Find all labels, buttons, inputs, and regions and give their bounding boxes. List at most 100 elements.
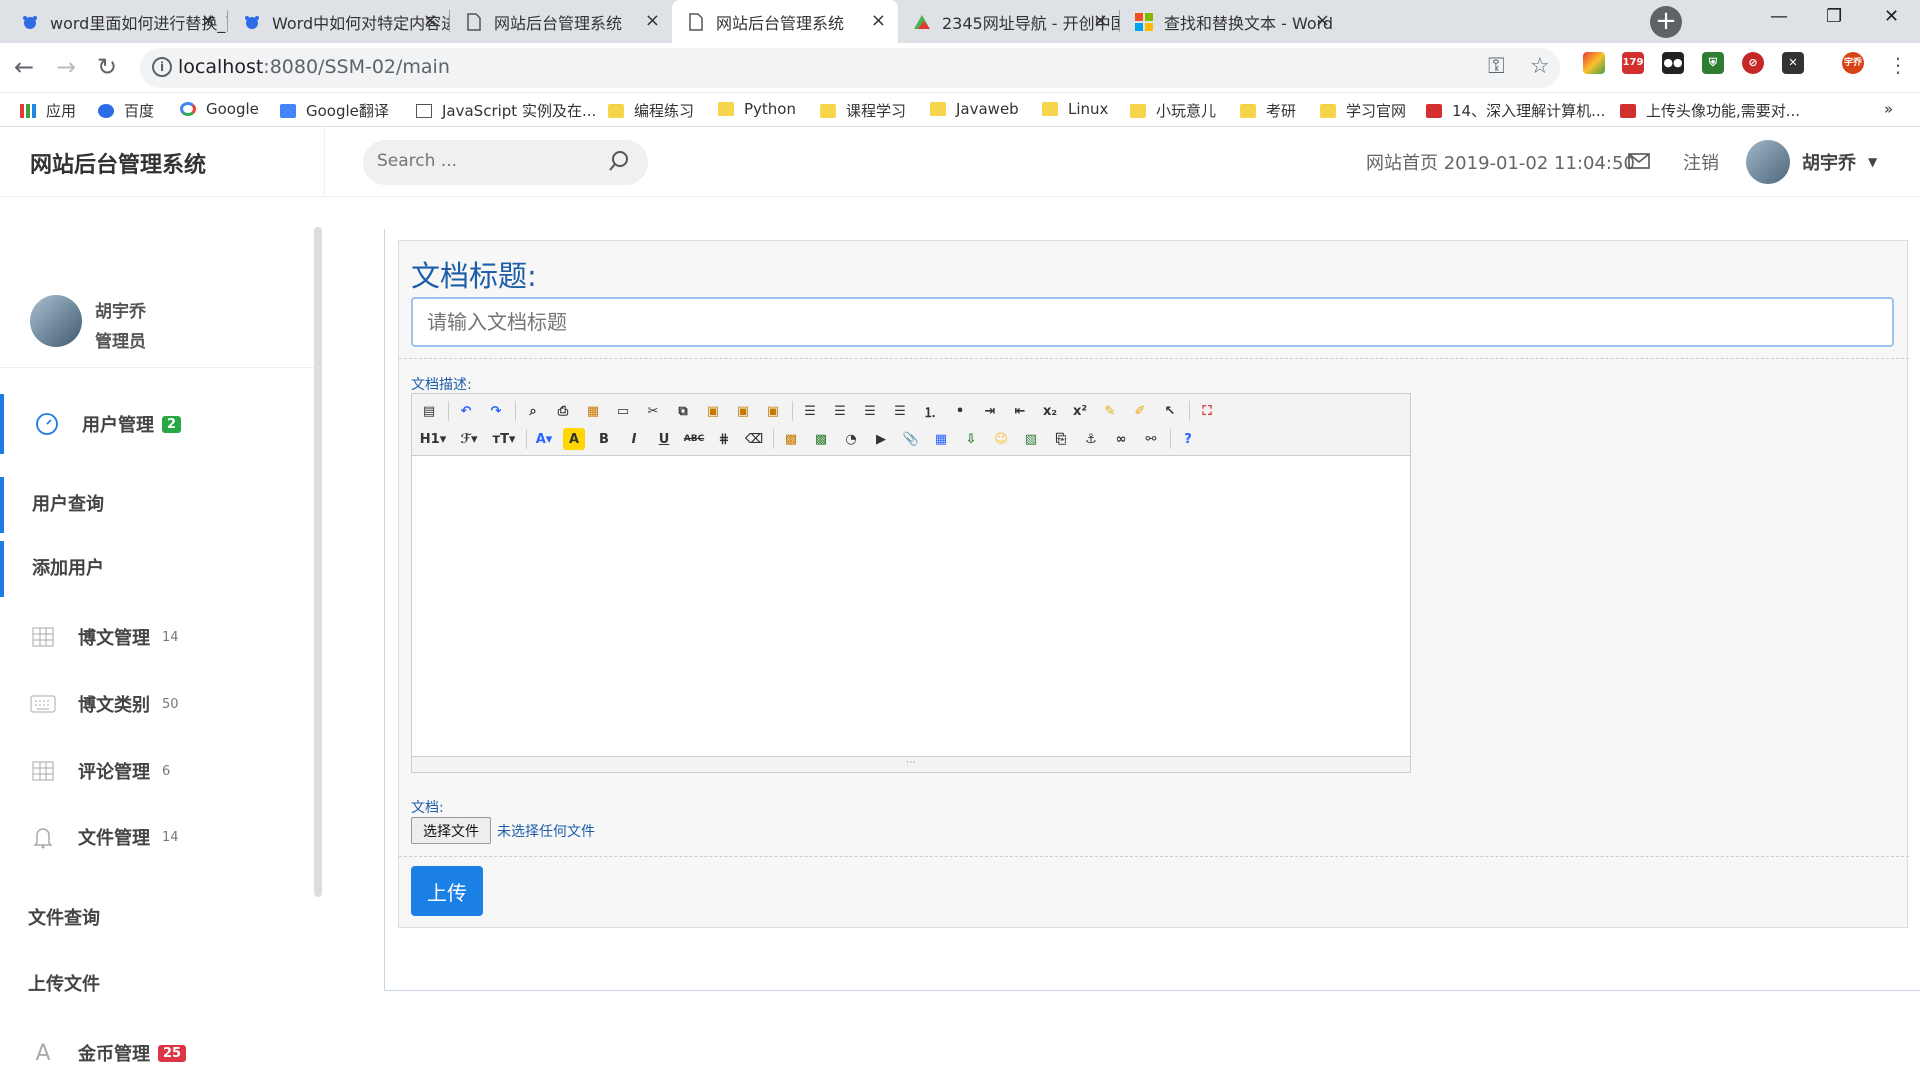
paste-icon[interactable]: ▣ [702,400,724,422]
align-justify-icon[interactable]: ☰ [889,400,911,422]
unlink-icon[interactable]: ⚯ [1140,428,1162,450]
redo-icon[interactable]: ↷ [485,400,507,422]
align-center-icon[interactable]: ☰ [829,400,851,422]
source-icon[interactable]: ▤ [418,400,440,422]
multi-image-icon[interactable]: ▩ [810,428,832,450]
close-tab-icon[interactable]: × [1315,10,1330,31]
extension-dark-icon[interactable]: ●● [1662,52,1684,74]
line-height-icon[interactable]: ⋕ [713,428,735,450]
superscript-icon[interactable]: x² [1069,400,1091,422]
search-box[interactable] [363,140,648,185]
bookmark-folder-javaweb[interactable]: Javaweb [930,100,1019,118]
sidebar-item-blog-management[interactable]: 博文管理 14 [0,607,314,667]
cursor-icon[interactable]: ↖ [1159,400,1181,422]
home-datetime[interactable]: 网站首页 2019-01-02 11:04:50 [1366,149,1635,175]
outdent-icon[interactable]: ⇤ [1009,400,1031,422]
sidebar-item-upload-file[interactable]: 上传文件 [0,957,314,1013]
select-all-icon[interactable]: ✐ [1129,400,1151,422]
sidebar-scrollbar[interactable] [314,227,322,897]
restore-icon[interactable]: ❐ [1826,6,1842,27]
sidebar-item-user-management[interactable]: 用户管理 2 [0,394,314,454]
font-family-icon[interactable]: ℱ▾ [456,428,482,450]
sidebar-item-blog-category[interactable]: 博文类别 50 [0,674,314,734]
bookmark-csdn-avatar[interactable]: 上传头像功能,需要对... [1620,100,1800,121]
underline-icon[interactable]: U [653,428,675,450]
bookmark-google-translate[interactable]: Google翻译 [280,100,389,121]
paste-word-icon[interactable]: ▣ [762,400,784,422]
cut-icon[interactable]: ✂ [642,400,664,422]
tab-word-replace-baidu[interactable]: word里面如何进行替换_百度 × [6,0,228,43]
media-icon[interactable]: ▶ [870,428,892,450]
undo-icon[interactable]: ↶ [455,400,477,422]
help-icon[interactable]: ? [1177,428,1199,450]
heading-icon[interactable]: H1▾ [418,428,448,450]
minimize-icon[interactable]: — [1770,6,1788,27]
eraser-icon[interactable]: ⌫ [743,428,765,450]
template-icon[interactable]: ▦ [582,400,604,422]
fullscreen-icon[interactable]: ⛶ [1196,400,1218,422]
search-icon[interactable] [608,150,630,172]
tab-word-specific-content[interactable]: Word中如何对特定内容进行 × [228,0,450,43]
sidebar-item-comment-management[interactable]: 评论管理 6 [0,741,314,801]
key-icon[interactable]: ⚿ [1488,54,1505,79]
menu-icon[interactable]: ⋮ [1888,53,1908,77]
url-text[interactable]: localhost:8080/SSM-02/main [178,56,450,78]
emoticon-icon[interactable]: ☺ [990,428,1012,450]
brand-title[interactable]: 网站后台管理系统 [30,147,206,179]
bookmark-folder-official[interactable]: 学习官网 [1320,100,1406,121]
site-info-icon[interactable]: i [152,57,172,77]
bookmark-folder-linux[interactable]: Linux [1042,100,1108,118]
flash-icon[interactable]: ◔ [840,428,862,450]
forward-icon[interactable]: → [56,53,76,81]
logout-link[interactable]: 注销 [1683,149,1719,175]
close-tab-icon[interactable]: × [201,10,216,31]
window-close-icon[interactable]: ✕ [1884,6,1899,27]
editor-content-area[interactable] [412,456,1410,756]
tab-admin-system-active[interactable]: 网站后台管理系统 × [672,0,898,43]
bookmark-folder-kaoyan[interactable]: 考研 [1240,100,1296,121]
tab-admin-system-1[interactable]: 网站后台管理系统 × [450,0,672,43]
reload-icon[interactable]: ↻ [97,53,117,81]
extension-x-icon[interactable]: ✕ [1782,52,1804,74]
bookmark-csdn-computer[interactable]: 14、深入理解计算机... [1426,100,1605,121]
bookmark-baidu[interactable]: 百度 [98,100,154,121]
back-icon[interactable]: ← [14,53,34,81]
extension-block-icon[interactable]: ⊘ [1742,52,1764,74]
choose-file-button[interactable]: 选择文件 [411,817,491,844]
rich-text-editor[interactable]: ▤ ↶ ↷ ⌕ ⎙ ▦ ▭ ✂ ⧉ ▣ ▣ ▣ ☰ ☰ ☰ ☰ ⒈ • ⇥ ⇤ … [411,393,1411,773]
horizontal-rule-icon[interactable]: ⇩ [960,428,982,450]
italic-icon[interactable]: I [623,428,645,450]
doc-title-input[interactable] [411,297,1894,347]
print-icon[interactable]: ⎙ [552,400,574,422]
copy-icon[interactable]: ⧉ [672,400,694,422]
sidebar-item-add-user[interactable]: 添加用户 [0,541,314,597]
tab-word-find-replace[interactable]: 查找和替换文本 - Word × [1120,0,1342,43]
bookmark-star-icon[interactable]: ☆ [1530,54,1550,79]
align-left-icon[interactable]: ☰ [799,400,821,422]
align-right-icon[interactable]: ☰ [859,400,881,422]
upload-button[interactable]: 上传 [411,866,483,916]
bookmark-folder-gadgets[interactable]: 小玩意儿 [1130,100,1216,121]
table-icon[interactable]: ▦ [930,428,952,450]
bookmark-folder-courses[interactable]: 课程学习 [820,100,906,121]
extension-badge-icon[interactable]: 179 [1622,52,1644,74]
sidebar-item-file-management[interactable]: 文件管理 14 [0,807,314,867]
paste-text-icon[interactable]: ▣ [732,400,754,422]
close-tab-icon[interactable]: × [423,10,438,31]
tab-2345-nav[interactable]: 2345网址导航 - 开创中国百 × [898,0,1120,43]
strikethrough-icon[interactable]: ABC [683,428,705,450]
attachment-icon[interactable]: 📎 [900,428,922,450]
bookmark-folder-programming[interactable]: 编程练习 [608,100,694,121]
pagebreak-icon[interactable]: ⎘ [1050,428,1072,450]
link-icon[interactable]: ∞ [1110,428,1132,450]
subscript-icon[interactable]: x₂ [1039,400,1061,422]
bookmark-folder-python[interactable]: Python [718,100,796,118]
unordered-list-icon[interactable]: • [949,400,971,422]
bookmark-apps[interactable]: 应用 [20,100,76,121]
bold-icon[interactable]: B [593,428,615,450]
highlight-icon[interactable]: A [563,428,585,450]
close-tab-icon[interactable]: × [645,10,660,31]
extension-shield-icon[interactable]: ⛨ [1702,52,1724,74]
insert-image-icon[interactable]: ▩ [780,428,802,450]
clear-format-icon[interactable]: ✎ [1099,400,1121,422]
